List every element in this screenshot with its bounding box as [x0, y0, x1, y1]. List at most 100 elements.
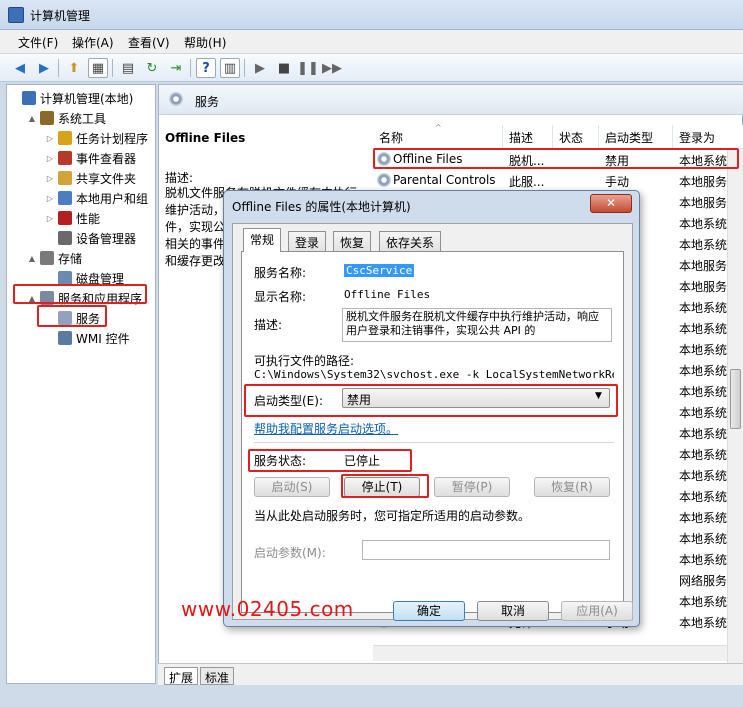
up-folder-icon[interactable]: ⬆: [64, 58, 84, 78]
service-logon: 本地系统: [679, 532, 727, 546]
tab-dependencies[interactable]: 依存关系: [379, 231, 442, 251]
action-pane-icon[interactable]: ▥: [220, 58, 240, 78]
device-manager-icon: [58, 231, 72, 245]
menu-view[interactable]: 查看(V): [128, 34, 170, 51]
menu-bar: 文件(F) 操作(A) 查看(V) 帮助(H): [0, 30, 743, 54]
display-name-value[interactable]: Offline Files: [344, 288, 430, 301]
close-icon[interactable]: ✕: [590, 194, 632, 213]
stop-service-icon[interactable]: ■: [274, 58, 294, 78]
refresh-icon[interactable]: ↻: [142, 58, 162, 78]
service-logon: 本地系统: [679, 364, 727, 378]
ok-button[interactable]: 确定: [393, 601, 465, 621]
computer-management-icon: [8, 7, 24, 23]
service-logon: 本地系统: [679, 469, 727, 483]
tree-item[interactable]: 计算机管理(本地): [9, 88, 133, 108]
description-field[interactable]: 脱机文件服务在脱机文件缓存中执行维护活动，响应用户登录和注销事件，实现公共 AP…: [342, 308, 612, 342]
start-button[interactable]: 启动(S): [254, 477, 330, 497]
tree-item-label: 任务计划程序: [76, 131, 149, 146]
col-name[interactable]: 名称 ^: [373, 123, 503, 149]
console-tree: 计算机管理(本地) ▲ 系统工具 ▷ 任务计划程序 ▷ 事件查看器 ▷ 共享文件夹 ▷ 本地用户和组…: [6, 84, 156, 684]
dialog-body: 常规 登录 恢复 依存关系 服务名称: CscService 显示名称: Off…: [232, 223, 633, 621]
tab-standard[interactable]: 标准: [200, 667, 235, 685]
tree-item[interactable]: ▷ 任务计划程序: [45, 128, 148, 148]
pause-service-icon[interactable]: ❚❚: [297, 58, 319, 78]
service-startup: 手动: [605, 175, 630, 189]
help-icon[interactable]: ?: [196, 58, 216, 78]
menu-help[interactable]: 帮助(H): [184, 34, 226, 51]
horizontal-scrollbar[interactable]: [373, 645, 727, 661]
tree-item[interactable]: ▲ 系统工具: [27, 108, 106, 128]
service-logon: 本地系统: [679, 427, 727, 441]
resume-button[interactable]: 恢复(R): [534, 477, 610, 497]
service-name-label: 服务名称:: [254, 266, 307, 280]
show-tree-icon[interactable]: ▦: [88, 58, 108, 78]
start-service-icon[interactable]: ▶: [250, 58, 270, 78]
back-arrow-icon[interactable]: ◀: [10, 58, 30, 78]
expand-arrow-icon[interactable]: ▷: [45, 154, 55, 163]
service-logon: 本地系统: [679, 511, 727, 525]
export-list-icon[interactable]: ⇥: [166, 58, 186, 78]
service-logon: 本地系统: [679, 595, 727, 609]
executable-path[interactable]: C:\Windows\System32\svchost.exe -k Local…: [254, 368, 614, 381]
help-configure-link[interactable]: 帮助我配置服务启动选项。: [254, 420, 398, 437]
service-logon: 本地系统: [679, 490, 727, 504]
service-logon: 本地系统: [679, 322, 727, 336]
tree-item[interactable]: ▷ 本地用户和组: [45, 188, 148, 208]
col-status[interactable]: 状态: [553, 125, 599, 149]
menu-action[interactable]: 操作(A): [72, 34, 114, 51]
service-name: Parental Controls: [393, 173, 496, 187]
tree-item[interactable]: ▷ 共享文件夹: [45, 168, 136, 188]
expand-arrow-icon[interactable]: ▷: [45, 134, 55, 143]
computer-icon: [22, 91, 36, 105]
watermark-text: www.02405.com: [181, 597, 354, 621]
title-bar: 计算机管理: [0, 0, 743, 30]
properties-icon[interactable]: ▤: [118, 58, 138, 78]
services-gear-icon: [169, 92, 183, 106]
general-tab-panel: 服务名称: CscService 显示名称: Offline Files 描述:…: [241, 251, 624, 613]
tree-item[interactable]: WMI 控件: [45, 328, 130, 348]
service-name-value[interactable]: CscService: [344, 264, 415, 277]
expand-arrow-icon[interactable]: ▲: [27, 254, 37, 263]
tab-extended[interactable]: 扩展: [164, 667, 199, 685]
tree-item-label: 计算机管理(本地): [40, 91, 134, 106]
services-title: 服务: [195, 95, 220, 109]
highlight-services: [37, 305, 107, 327]
cancel-button[interactable]: 取消: [477, 601, 549, 621]
highlight-offline-files-row: [373, 148, 739, 169]
shared-folder-icon: [58, 171, 72, 185]
col-logon-as[interactable]: 登录为: [673, 125, 733, 149]
service-logon: 本地服务: [679, 196, 727, 210]
forward-arrow-icon[interactable]: ▶: [34, 58, 54, 78]
highlight-stop-button: [341, 474, 429, 498]
tab-recovery[interactable]: 恢复: [333, 231, 372, 251]
col-startup-type[interactable]: 启动类型: [599, 125, 673, 149]
start-params-input[interactable]: [362, 540, 610, 560]
tree-item[interactable]: ▲ 存储: [27, 248, 82, 268]
restart-service-icon[interactable]: ▶▶: [322, 58, 342, 78]
expand-arrow-icon[interactable]: ▷: [45, 174, 55, 183]
expand-arrow-icon[interactable]: ▷: [45, 214, 55, 223]
service-logon: 本地系统: [679, 343, 727, 357]
service-logon: 网络服务: [679, 574, 727, 588]
tab-logon[interactable]: 登录: [288, 231, 327, 251]
apply-button[interactable]: 应用(A): [561, 601, 633, 621]
highlight-services-apps: [13, 284, 147, 304]
selected-service-desc-label: 描述:: [165, 171, 194, 185]
highlight-service-status: [248, 449, 412, 472]
divider: [254, 442, 614, 443]
service-row[interactable]: Parental Controls 此服... 手动 本地服务: [373, 170, 743, 191]
window-title: 计算机管理: [30, 9, 91, 23]
tree-item[interactable]: ▷ 性能: [45, 208, 100, 228]
expand-arrow-icon[interactable]: ▷: [45, 194, 55, 203]
expand-arrow-icon[interactable]: ▲: [27, 114, 37, 123]
tree-item[interactable]: 设备管理器: [45, 228, 136, 248]
service-logon: 本地服务: [679, 280, 727, 294]
service-logon: 本地系统: [679, 238, 727, 252]
selected-service-title: Offline Files: [165, 131, 246, 145]
tree-item[interactable]: ▷ 事件查看器: [45, 148, 136, 168]
menu-file[interactable]: 文件(F): [18, 34, 58, 51]
start-params-label: 启动参数(M):: [254, 546, 326, 560]
pause-button[interactable]: 暂停(P): [434, 477, 510, 497]
col-description[interactable]: 描述: [503, 125, 553, 149]
tab-general[interactable]: 常规: [243, 228, 282, 252]
